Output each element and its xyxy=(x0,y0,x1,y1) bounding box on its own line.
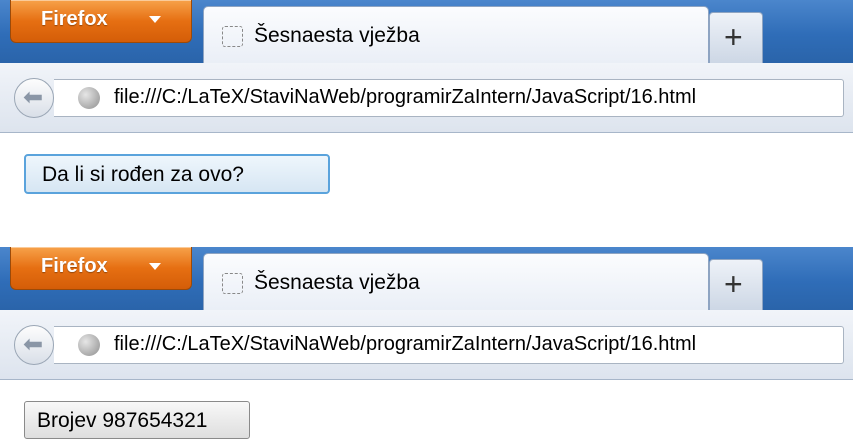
chevron-down-icon xyxy=(149,16,161,23)
number-button[interactable]: Brojev 987654321 xyxy=(24,401,250,439)
globe-icon xyxy=(78,334,100,356)
firefox-menu-label: Firefox xyxy=(41,8,108,30)
firefox-menu-button[interactable]: Firefox xyxy=(10,0,192,43)
firefox-menu-label: Firefox xyxy=(41,255,108,277)
tab-title: Šesnaesta vježba xyxy=(254,24,420,47)
plus-icon: + xyxy=(724,266,743,302)
firefox-menu-button[interactable]: Firefox xyxy=(10,247,192,290)
plus-icon: + xyxy=(724,19,743,55)
new-tab-button[interactable]: + xyxy=(709,259,763,310)
browser-window-1: Firefox Šesnaesta vježba + ⬅ file:///C:/… xyxy=(0,0,853,210)
back-button[interactable]: ⬅ xyxy=(14,325,54,365)
url-bar[interactable]: file:///C:/LaTeX/StaviNaWeb/programirZaI… xyxy=(54,79,844,117)
tab-strip: Firefox Šesnaesta vježba + xyxy=(0,247,853,313)
tab-strip: Firefox Šesnaesta vježba + xyxy=(0,0,853,66)
url-text: file:///C:/LaTeX/StaviNaWeb/programirZaI… xyxy=(114,333,697,355)
navigation-toolbar: ⬅ file:///C:/LaTeX/StaviNaWeb/programirZ… xyxy=(0,63,853,133)
back-arrow-icon: ⬅ xyxy=(23,84,44,111)
tab-title: Šesnaesta vježba xyxy=(254,271,420,294)
tab-active[interactable]: Šesnaesta vježba xyxy=(203,6,709,66)
blank-page-icon xyxy=(222,26,243,47)
chevron-down-icon xyxy=(149,263,161,270)
blank-page-icon xyxy=(222,273,243,294)
back-arrow-icon: ⬅ xyxy=(23,331,44,358)
url-bar[interactable]: file:///C:/LaTeX/StaviNaWeb/programirZaI… xyxy=(54,326,844,364)
url-text: file:///C:/LaTeX/StaviNaWeb/programirZaI… xyxy=(114,86,697,108)
browser-window-2: Firefox Šesnaesta vježba + ⬅ file:///C:/… xyxy=(0,247,853,439)
globe-icon xyxy=(78,87,100,109)
new-tab-button[interactable]: + xyxy=(709,12,763,63)
born-for-this-button[interactable]: Da li si rođen za ovo? xyxy=(24,154,330,194)
navigation-toolbar: ⬅ file:///C:/LaTeX/StaviNaWeb/programirZ… xyxy=(0,310,853,380)
tab-active[interactable]: Šesnaesta vježba xyxy=(203,253,709,313)
back-button[interactable]: ⬅ xyxy=(14,78,54,118)
